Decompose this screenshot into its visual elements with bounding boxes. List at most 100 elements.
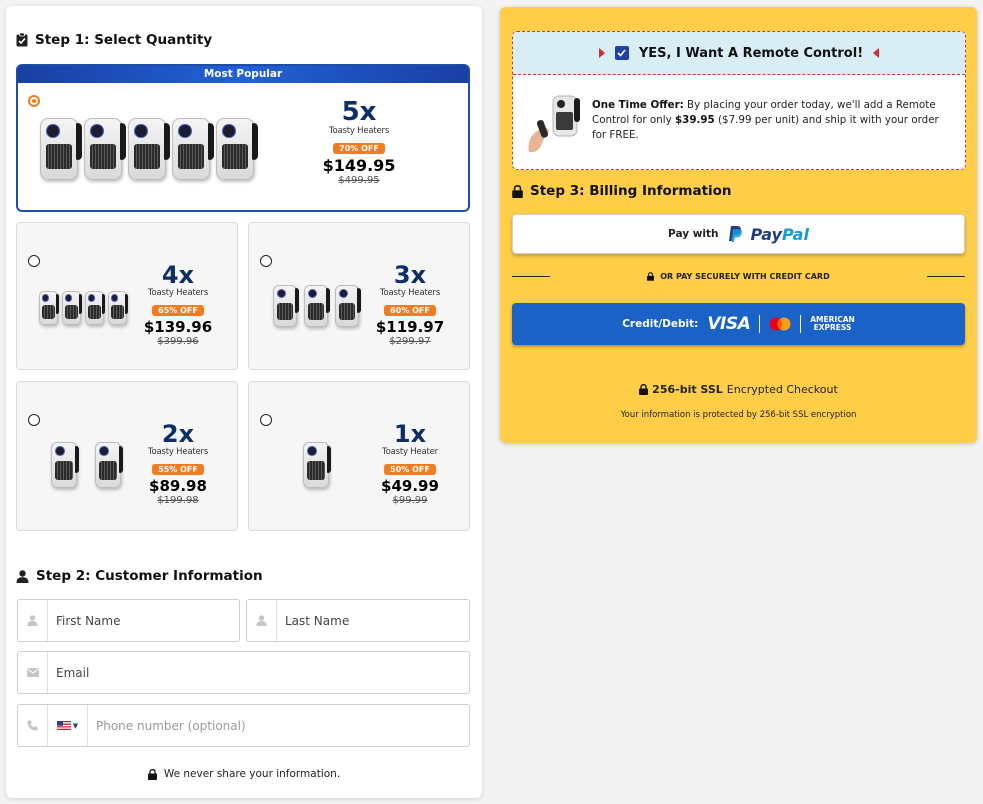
offer-qty: 2x [161, 420, 195, 448]
phone-field[interactable]: ▼ [17, 704, 470, 747]
paypal-logo-icon [728, 226, 742, 242]
phone-input[interactable] [88, 705, 469, 746]
discount-badge: 70% OFF [333, 143, 385, 154]
offer-card-1x[interactable]: 1x Toasty Heater 50% OFF $49.99 $99.99 [248, 381, 470, 531]
lock-icon [639, 384, 649, 395]
product-image-1x [303, 442, 332, 488]
last-name-input[interactable] [277, 600, 469, 641]
heater-icon [303, 442, 332, 488]
payment-divider: OR PAY SECURELY WITH CREDIT CARD [512, 272, 965, 281]
divider-text: OR PAY SECURELY WITH CREDIT CARD [660, 272, 830, 281]
checkmark-icon [617, 49, 626, 57]
heater-icon [95, 442, 124, 488]
offer-qty: 4x [161, 261, 195, 289]
heater-icon [273, 285, 300, 327]
divider-line [927, 276, 965, 277]
paypal-wordmark: PayPal [751, 225, 809, 244]
step1-title: Step 1: Select Quantity [16, 32, 212, 48]
heater-icon [216, 118, 259, 180]
billing-panel: YES, I Want A Remote Control! One Time O… [500, 7, 977, 443]
upsell-header[interactable]: YES, I Want A Remote Control! [513, 32, 965, 75]
credit-debit-label: Credit/Debit: [622, 318, 699, 330]
heater-icon [108, 291, 129, 325]
email-field[interactable] [17, 651, 470, 694]
step3-title: Step 3: Billing Information [512, 183, 732, 199]
offer-info-3x: 3x Toasty Heaters 60% OFF $119.97 $299.9… [365, 263, 455, 347]
user-icon [16, 569, 29, 583]
offer-radio-4x[interactable] [28, 255, 40, 267]
email-input[interactable] [48, 652, 469, 693]
divider [800, 315, 802, 333]
offer-old-price: $299.97 [389, 335, 431, 347]
offer-card-4x[interactable]: 4x Toasty Heaters 65% OFF $139.96 $399.9… [16, 222, 238, 370]
pay-with-label: Pay with [668, 228, 719, 240]
offer-radio-1x[interactable] [260, 414, 272, 426]
product-image-5x [40, 118, 259, 180]
heater-icon [128, 118, 171, 180]
heater-icon [51, 442, 80, 488]
upsell-checkbox[interactable] [614, 46, 629, 60]
first-name-input[interactable] [48, 600, 239, 641]
country-selector[interactable]: ▼ [48, 705, 88, 746]
user-icon [247, 600, 277, 641]
heater-icon [335, 285, 362, 327]
offer-radio-5x[interactable] [28, 95, 40, 107]
first-name-field[interactable] [17, 599, 240, 642]
last-name-field[interactable] [246, 599, 470, 642]
step1-title-text: Step 1: Select Quantity [35, 32, 213, 48]
envelope-icon [18, 652, 48, 693]
step2-title: Step 2: Customer Information [16, 568, 263, 584]
arrow-right-icon [598, 48, 605, 58]
heater-icon [85, 291, 106, 325]
divider [759, 315, 761, 333]
step3-title-text: Step 3: Billing Information [530, 183, 732, 199]
amex-logo: AMERICAN EXPRESS [810, 316, 855, 332]
offer-radio-3x[interactable] [260, 255, 272, 267]
ssl-bold: 256-bit SSL [652, 383, 723, 396]
step2-title-text: Step 2: Customer Information [36, 568, 263, 584]
offer-card-2x[interactable]: 2x Toasty Heaters 55% OFF $89.98 $199.98 [16, 381, 238, 531]
offer-radio-2x[interactable] [28, 414, 40, 426]
heater-icon [304, 285, 331, 327]
product-image-4x [39, 291, 129, 325]
offer-old-price: $399.96 [157, 335, 199, 347]
offer-old-price: $499.95 [338, 174, 380, 186]
product-image-2x [51, 442, 124, 488]
upsell-offer-label: One Time Offer: [592, 99, 684, 111]
offer-card-5x[interactable]: Most Popular 5x Toasty Heaters 70% OFF $… [16, 64, 470, 212]
credit-card-button[interactable]: Credit/Debit: VISA AMERICAN EXPRESS [512, 303, 965, 345]
heater-icon [39, 291, 60, 325]
most-popular-banner: Most Popular [18, 66, 468, 83]
offer-product: Toasty Heaters [379, 288, 441, 298]
offer-price: $149.95 [322, 156, 396, 175]
product-image-3x [273, 285, 362, 327]
paypal-word-pal: Pal [781, 224, 809, 244]
phone-icon [18, 705, 48, 746]
user-icon [18, 600, 48, 641]
lock-icon [147, 768, 157, 780]
remote-product-image [525, 94, 581, 154]
privacy-note: We never share your information. [6, 768, 482, 780]
offer-info-5x: 5x Toasty Heaters 70% OFF $149.95 $499.9… [314, 99, 404, 186]
discount-badge: 50% OFF [384, 464, 436, 475]
chevron-down-icon: ▼ [72, 721, 79, 730]
discount-badge: 55% OFF [152, 464, 204, 475]
offer-product: Toasty Heaters [147, 447, 209, 457]
paypal-button[interactable]: Pay with PayPal [512, 214, 965, 254]
mastercard-logo-icon [769, 317, 791, 331]
visa-logo: VISA [707, 314, 751, 334]
us-flag-icon [56, 721, 71, 730]
offer-product: Toasty Heaters [147, 288, 209, 298]
ssl-checkout-line: 256-bit SSL Encrypted Checkout [500, 383, 977, 396]
upsell-price: $39.95 [674, 114, 715, 126]
offer-card-3x[interactable]: 3x Toasty Heaters 60% OFF $119.97 $299.9… [248, 222, 470, 370]
arrow-left-icon [873, 48, 880, 58]
lock-icon [512, 184, 523, 198]
offer-price: $49.99 [381, 477, 439, 495]
upsell-heading: YES, I Want A Remote Control! [638, 45, 864, 61]
offer-price: $139.96 [143, 318, 213, 336]
lock-icon [647, 272, 655, 281]
offer-price: $119.97 [375, 318, 445, 336]
order-form-panel: Step 1: Select Quantity Most Popular 5x … [6, 6, 482, 798]
ssl-subtext: Your information is protected by 256-bit… [620, 410, 857, 420]
